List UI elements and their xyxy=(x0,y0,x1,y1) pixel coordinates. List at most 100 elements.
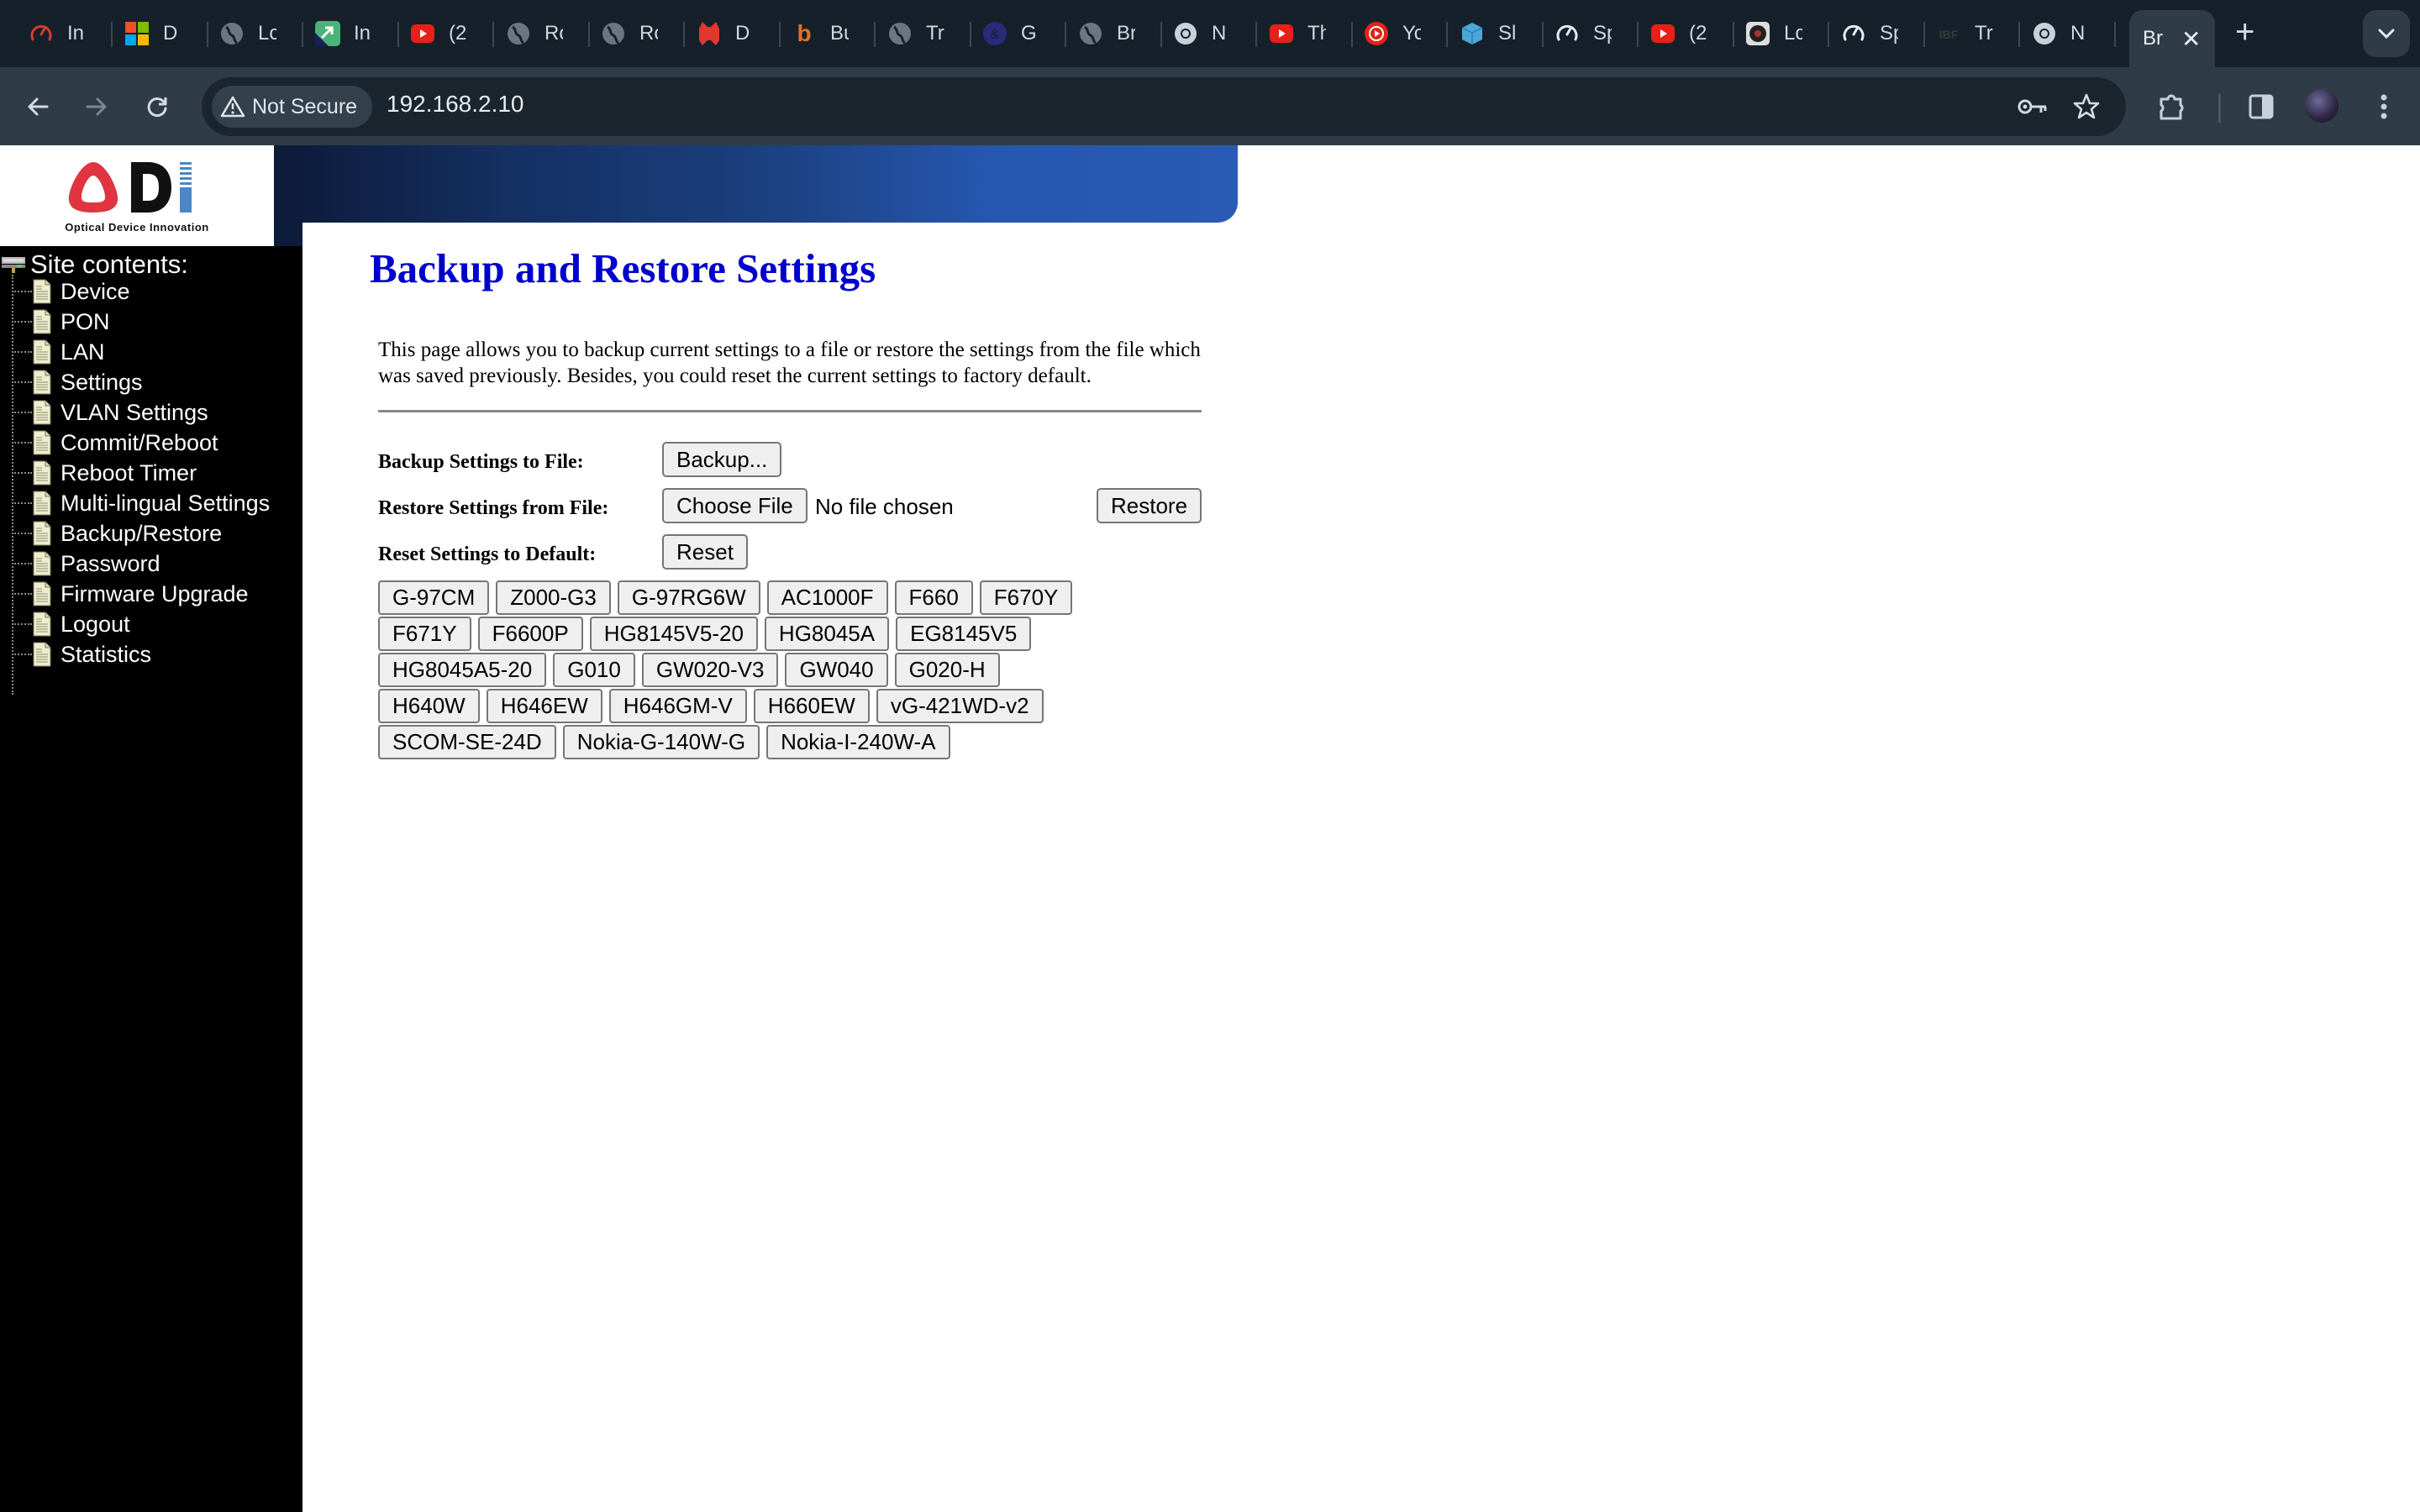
ampersand-icon: & xyxy=(982,21,1007,46)
new-tab-button[interactable]: + xyxy=(2235,15,2254,49)
model-button[interactable]: vG-421WD-v2 xyxy=(876,689,1044,723)
model-button[interactable]: G-97RG6W xyxy=(617,580,760,615)
tab-separator xyxy=(1733,22,1734,47)
document-icon xyxy=(33,339,51,365)
divider xyxy=(378,410,1202,412)
model-button[interactable]: HG8045A5-20 xyxy=(378,653,547,687)
backup-button[interactable]: Backup... xyxy=(662,442,782,477)
tab-title: Lc xyxy=(258,22,276,45)
restore-button[interactable]: Restore xyxy=(1097,488,1202,523)
bookmark-button[interactable] xyxy=(2067,87,2106,126)
extensions-button[interactable] xyxy=(2151,86,2193,128)
browser-tab[interactable]: Sp xyxy=(1555,12,1612,55)
browser-tab[interactable]: D xyxy=(124,12,182,55)
model-button[interactable]: F660 xyxy=(894,580,973,615)
model-button[interactable]: HG8145V5-20 xyxy=(589,617,758,651)
browser-tab[interactable]: (2 xyxy=(1650,12,1707,55)
model-button[interactable]: G010 xyxy=(553,653,635,687)
menu-button[interactable] xyxy=(2363,86,2405,128)
model-button[interactable]: Nokia-I-240W-A xyxy=(766,725,950,759)
computer-tree-icon xyxy=(2,257,25,273)
browser-tab[interactable]: Ro xyxy=(506,12,563,55)
browser-tab[interactable]: Yo xyxy=(1364,12,1421,55)
sidebar-item-password[interactable]: Password xyxy=(12,549,160,579)
tab-title: Sp xyxy=(1593,22,1612,45)
browser-tab[interactable]: Br xyxy=(1078,12,1135,55)
tab-title: Tr xyxy=(1975,22,1993,45)
model-button[interactable]: Nokia-G-140W-G xyxy=(562,725,760,759)
browser-tab[interactable]: Sl xyxy=(1460,12,1517,55)
browser-tab[interactable]: Sp xyxy=(1841,12,1898,55)
browser-tab[interactable]: & G xyxy=(982,12,1039,55)
forward-button[interactable] xyxy=(76,86,118,128)
model-button[interactable]: G-97CM xyxy=(378,580,490,615)
reset-button[interactable]: Reset xyxy=(662,534,748,570)
sidebar-item-settings[interactable]: Settings xyxy=(12,367,143,397)
model-button[interactable]: Z000-G3 xyxy=(496,580,611,615)
cube-icon xyxy=(1460,21,1485,46)
browser-tab[interactable]: IBF Tr xyxy=(1936,12,1993,55)
tab-separator xyxy=(397,22,399,47)
model-button[interactable]: F671Y xyxy=(378,617,471,651)
tab-separator xyxy=(1923,22,1925,47)
browser-tab[interactable]: Ro xyxy=(601,12,658,55)
sidebar-item-firmware-upgrade[interactable]: Firmware Upgrade xyxy=(12,579,249,609)
browser-tab[interactable]: In xyxy=(29,12,86,55)
security-indicator[interactable]: Not Secure xyxy=(212,86,373,128)
tab-separator xyxy=(1637,22,1639,47)
tab-title: Ro xyxy=(544,22,563,45)
tab-title: Br xyxy=(1117,22,1135,45)
sidebar-item-label: VLAN Settings xyxy=(60,399,208,425)
tree-branch xyxy=(12,654,32,655)
b-letter-icon: b xyxy=(797,20,812,46)
sidebar-item-logout[interactable]: Logout xyxy=(12,609,130,639)
model-button[interactable]: F6600P xyxy=(477,617,583,651)
browser-tab[interactable]: D xyxy=(697,12,754,55)
model-button[interactable]: EG8145V5 xyxy=(896,617,1032,651)
document-icon xyxy=(33,642,51,667)
model-button[interactable]: F670Y xyxy=(979,580,1073,615)
model-button[interactable]: AC1000F xyxy=(766,580,888,615)
tab-separator xyxy=(1065,22,1066,47)
model-button[interactable]: G020-H xyxy=(894,653,1000,687)
browser-tab[interactable]: Lc xyxy=(219,12,276,55)
tab-title: D xyxy=(735,22,750,45)
sidebar-item-backup-restore[interactable]: Backup/Restore xyxy=(12,518,222,549)
model-button[interactable]: H660EW xyxy=(753,689,870,723)
browser-tab[interactable]: N xyxy=(2032,12,2089,55)
browser-tab[interactable]: (2 xyxy=(410,12,467,55)
reload-button[interactable] xyxy=(136,86,178,128)
browser-tab[interactable]: Tr xyxy=(887,12,944,55)
model-button[interactable]: HG8045A xyxy=(764,617,890,651)
password-key-button[interactable] xyxy=(2013,87,2052,126)
model-button[interactable]: GW020-V3 xyxy=(641,653,779,687)
sidebar-item-pon[interactable]: PON xyxy=(12,307,110,337)
model-button[interactable]: SCOM-SE-24D xyxy=(378,725,556,759)
sidebar-item-lan[interactable]: LAN xyxy=(12,337,105,367)
profile-avatar[interactable] xyxy=(2305,89,2338,123)
model-button[interactable]: H646GM-V xyxy=(608,689,747,723)
model-button[interactable]: H640W xyxy=(378,689,480,723)
close-tab-icon[interactable]: ✕ xyxy=(2181,25,2201,53)
browser-tab[interactable]: Th xyxy=(1269,12,1326,55)
sidebar-item-device[interactable]: Device xyxy=(12,276,130,307)
model-button[interactable]: H646EW xyxy=(486,689,602,723)
browser-tab[interactable]: In xyxy=(315,12,372,55)
sidebar-item-multi-lingual-settings[interactable]: Multi-lingual Settings xyxy=(12,488,270,518)
side-panel-button[interactable] xyxy=(2240,86,2282,128)
sidebar-item-vlan-settings[interactable]: VLAN Settings xyxy=(12,397,208,428)
url-text[interactable]: 192.168.2.10 xyxy=(387,91,524,118)
back-button[interactable] xyxy=(17,86,59,128)
browser-tab[interactable]: N xyxy=(1173,12,1230,55)
sidebar-item-statistics[interactable]: Statistics xyxy=(12,639,151,669)
sidebar-item-label: LAN xyxy=(60,339,105,365)
tree-branch xyxy=(12,412,32,413)
sidebar-item-reboot-timer[interactable]: Reboot Timer xyxy=(12,458,197,488)
tab-search-button[interactable] xyxy=(2363,10,2410,57)
browser-tab[interactable]: b Bu xyxy=(792,12,849,55)
choose-file-button[interactable]: Choose File xyxy=(662,488,808,523)
model-button[interactable]: GW040 xyxy=(785,653,888,687)
browser-tab[interactable]: Lc xyxy=(1745,12,1802,55)
sidebar-item-commit-reboot[interactable]: Commit/Reboot xyxy=(12,428,218,458)
active-tab[interactable]: Br ✕ xyxy=(2129,10,2215,67)
